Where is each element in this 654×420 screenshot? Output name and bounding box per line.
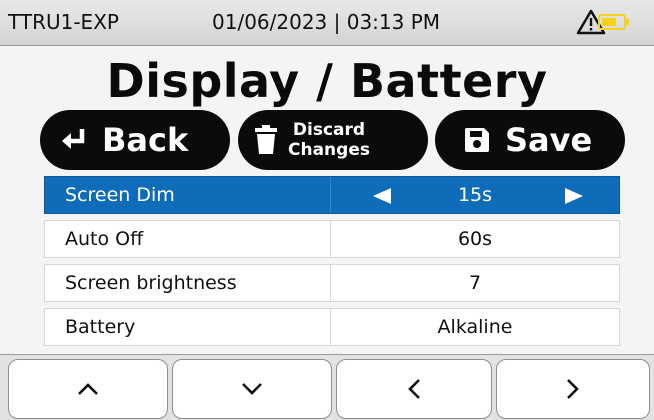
- setting-row-battery[interactable]: Battery Alkaline: [44, 308, 620, 346]
- increase-arrow-icon[interactable]: [563, 187, 585, 205]
- save-button[interactable]: Save: [435, 110, 625, 170]
- setting-label: Screen Dim: [45, 177, 331, 213]
- device-name: TTRU1-EXP: [8, 10, 119, 34]
- status-bar: TTRU1-EXP 01/06/2023 | 03:13 PM: [0, 0, 654, 46]
- setting-value: 15s: [457, 184, 493, 206]
- back-button[interactable]: Back: [40, 110, 230, 170]
- back-button-label: Back: [102, 121, 189, 159]
- discard-label-line1: Discard: [292, 120, 366, 140]
- discard-button-label: Discard Changes: [288, 120, 370, 160]
- discard-changes-button[interactable]: Discard Changes: [238, 110, 428, 170]
- datetime: 01/06/2023 | 03:13 PM: [212, 10, 441, 34]
- setting-label: Auto Off: [45, 221, 331, 257]
- nav-up-button[interactable]: [8, 359, 168, 419]
- setting-row-screen-brightness[interactable]: Screen brightness 7: [44, 264, 620, 302]
- setting-value-cell: 15s: [331, 177, 619, 213]
- chevron-down-icon: [242, 383, 262, 395]
- battery-icon: [598, 14, 629, 30]
- discard-label-line2: Changes: [288, 140, 370, 160]
- trash-icon: [255, 125, 277, 154]
- page-title: Display / Battery: [106, 54, 548, 108]
- nav-left-button[interactable]: [336, 359, 492, 419]
- return-arrow-icon: [62, 129, 85, 149]
- save-icon: [465, 128, 489, 152]
- setting-label: Battery: [45, 309, 331, 345]
- settings-table: Screen Dim 15s Auto Off 60s Screen brigh…: [44, 176, 620, 346]
- setting-value: 7: [468, 272, 482, 294]
- nav-right-button[interactable]: [496, 359, 650, 419]
- chevron-up-icon: [78, 383, 98, 395]
- chevron-right-icon: [567, 379, 579, 399]
- setting-value: Alkaline: [437, 316, 513, 338]
- setting-label: Screen brightness: [45, 265, 331, 301]
- setting-value: 60s: [457, 228, 493, 250]
- nav-down-button[interactable]: [172, 359, 332, 419]
- save-button-label: Save: [505, 121, 593, 159]
- screen: TTRU1-EXP 01/06/2023 | 03:13 PM Display …: [0, 0, 654, 420]
- setting-row-screen-dim[interactable]: Screen Dim 15s: [44, 176, 620, 214]
- decrease-arrow-icon[interactable]: [371, 187, 393, 205]
- chevron-left-icon: [408, 379, 420, 399]
- nav-bar: [0, 354, 654, 420]
- setting-row-auto-off[interactable]: Auto Off 60s: [44, 220, 620, 258]
